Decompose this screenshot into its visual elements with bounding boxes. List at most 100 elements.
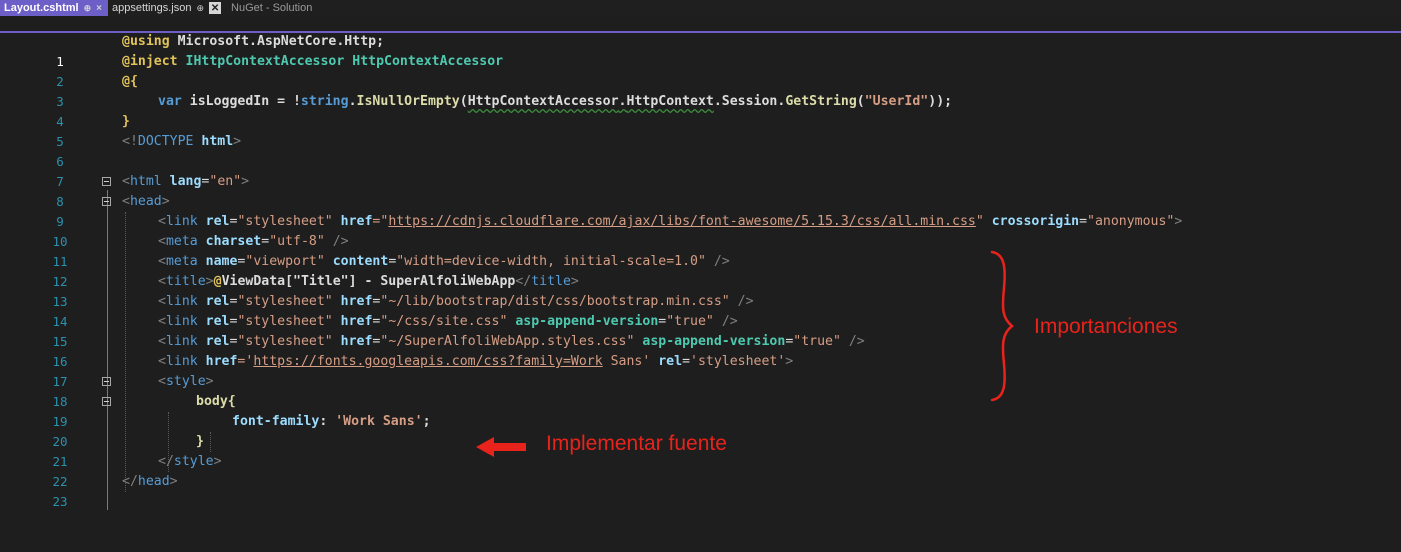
attr-name: rel: [650, 354, 683, 369]
string-literal: "UserId": [864, 94, 929, 109]
razor-symbol: @: [213, 274, 222, 289]
code-line-10[interactable]: 10 <link rel="stylesheet" href="https://…: [0, 212, 1401, 249]
punct: <: [158, 374, 166, 389]
attr-name: href: [332, 214, 373, 229]
code-line-8[interactable]: 8 <html lang="en">: [0, 172, 1401, 209]
close-icon[interactable]: ×: [96, 3, 102, 14]
code-line-7[interactable]: 7: [0, 152, 1401, 189]
attr-value: "stylesheet": [237, 294, 333, 309]
attr-name: content: [324, 254, 389, 269]
code-text: ViewData["Title"] - SuperAlfoliWebApp: [221, 274, 516, 289]
code-text: .: [618, 94, 627, 109]
punct: >: [233, 134, 242, 149]
tab-label: NuGet - Solution: [231, 2, 313, 14]
code-line-19[interactable]: 19 body{: [0, 392, 1401, 429]
attr-value: "stylesheet": [237, 214, 333, 229]
code-text: IHttpContextAccessor HttpContextAccessor: [177, 54, 504, 69]
collapse-icon[interactable]: [102, 397, 111, 406]
razor-directive: @inject: [122, 54, 178, 69]
punct: <: [158, 234, 166, 249]
code-line-3[interactable]: 3 @{: [0, 72, 1401, 109]
method-name: IsNullOrEmpty: [356, 94, 460, 109]
annotation-implementar-fuente: Implementar fuente: [546, 432, 727, 455]
css-brace: }: [196, 434, 204, 449]
code-text: HttpContextAccessor: [467, 94, 619, 109]
punct: >: [169, 474, 178, 489]
url-link[interactable]: https://fonts.googleapis.com/css?family=…: [253, 354, 602, 369]
code-line-9[interactable]: 9 <head>: [0, 192, 1401, 229]
css-value: 'Work Sans': [335, 414, 423, 429]
code-line-6[interactable]: 6 <!DOCTYPE html>: [0, 132, 1401, 169]
tab-nuget-solution[interactable]: NuGet - Solution: [227, 0, 318, 16]
attr-value: "stylesheet": [237, 314, 333, 329]
attr-name: rel: [197, 214, 230, 229]
annotation-arrow-icon: [476, 437, 526, 457]
collapse-icon[interactable]: [102, 177, 111, 186]
attr-name: lang: [161, 174, 202, 189]
css-selector: body{: [196, 394, 236, 409]
pin-icon[interactable]: ⊕: [196, 3, 204, 14]
attr-name: crossorigin: [983, 214, 1080, 229]
attr-name: href: [332, 294, 373, 309]
punct: <: [158, 254, 166, 269]
tag-name: link: [165, 334, 198, 349]
css-property: font-family: [232, 414, 320, 429]
code-line-15[interactable]: 15 <link rel="stylesheet" href="~/css/si…: [0, 312, 1401, 349]
collapse-icon[interactable]: [102, 197, 111, 206]
tag-helper-attr: asp-append-version: [634, 334, 786, 349]
code-line-4[interactable]: 4 var isLoggedIn = !string.IsNullOrEmpty…: [0, 92, 1401, 129]
tab-layout-cshtml[interactable]: Layout.cshtml ⊕ ×: [0, 0, 108, 16]
tab-appsettings-json[interactable]: appsettings.json ⊕ ✕: [108, 0, 227, 16]
tag-name: meta: [165, 254, 198, 269]
close-icon[interactable]: ✕: [209, 2, 222, 14]
punct: />: [713, 314, 738, 329]
code-line-2[interactable]: 2 @inject IHttpContextAccessor HttpConte…: [0, 52, 1401, 89]
tag-name: head: [137, 474, 170, 489]
punct: </: [515, 274, 532, 289]
code-line-20[interactable]: 20 font-family: 'Work Sans';: [0, 412, 1401, 449]
code-text: ));: [928, 94, 953, 109]
punct: >: [1174, 214, 1183, 229]
code-line-5[interactable]: 5 }: [0, 112, 1401, 149]
attr-value: "true": [793, 334, 841, 349]
code-line-12[interactable]: 12 <meta name="viewport" content="width=…: [0, 252, 1401, 289]
code-line-11[interactable]: 11 <meta charset="utf-8" />: [0, 232, 1401, 269]
tag-name: style: [173, 454, 214, 469]
code-line-14[interactable]: 14 <link rel="stylesheet" href="~/lib/bo…: [0, 292, 1401, 329]
document-tab-strip: Layout.cshtml ⊕ × appsettings.json ⊕ ✕ N…: [0, 0, 1401, 16]
punct: ;: [422, 414, 431, 429]
tag-name: title: [165, 274, 206, 289]
punct: >: [213, 454, 222, 469]
attr-value: "utf-8": [269, 234, 325, 249]
code-line-13[interactable]: 13 <title>@ViewData["Title"] - SuperAlfo…: [0, 272, 1401, 309]
attr-value: 'stylesheet': [690, 354, 786, 369]
attr-name: charset: [197, 234, 262, 249]
punct: <: [158, 274, 166, 289]
code-line-16[interactable]: 16 <link rel="stylesheet" href="~/SuperA…: [0, 332, 1401, 369]
collapse-icon[interactable]: [102, 377, 111, 386]
attr-value: "stylesheet": [237, 334, 333, 349]
attr-name: rel: [197, 314, 230, 329]
attr-value: "true": [666, 314, 714, 329]
attr-value: "width=device-width, initial-scale=1.0": [396, 254, 706, 269]
code-line-18[interactable]: 18 <style>: [0, 372, 1401, 409]
code-text: isLoggedIn = !: [181, 94, 301, 109]
pin-icon[interactable]: ⊕: [84, 3, 92, 14]
code-line-1[interactable]: 1 @using Microsoft.AspNetCore.Http;: [0, 32, 1401, 69]
attr-value: "en": [209, 174, 242, 189]
tag-name: style: [165, 374, 206, 389]
attr-name: href: [197, 354, 238, 369]
line-number: 23: [52, 494, 68, 509]
keyword: var: [158, 94, 182, 109]
code-line-23[interactable]: 23 </head>: [0, 472, 1401, 509]
attr-value: "viewport": [245, 254, 325, 269]
punct: >: [785, 354, 794, 369]
attr-value: "~/lib/bootstrap/dist/css/bootstrap.min.…: [380, 294, 730, 309]
url-link[interactable]: https://cdnjs.cloudflare.com/ajax/libs/f…: [388, 214, 976, 229]
code-line-17[interactable]: 17 <link href='https://fonts.googleapis.…: [0, 352, 1401, 389]
attr-value: =': [237, 354, 254, 369]
punct: </: [158, 454, 174, 469]
punct: =: [261, 234, 270, 249]
attr-name: name: [197, 254, 238, 269]
attr-name: rel: [197, 294, 230, 309]
